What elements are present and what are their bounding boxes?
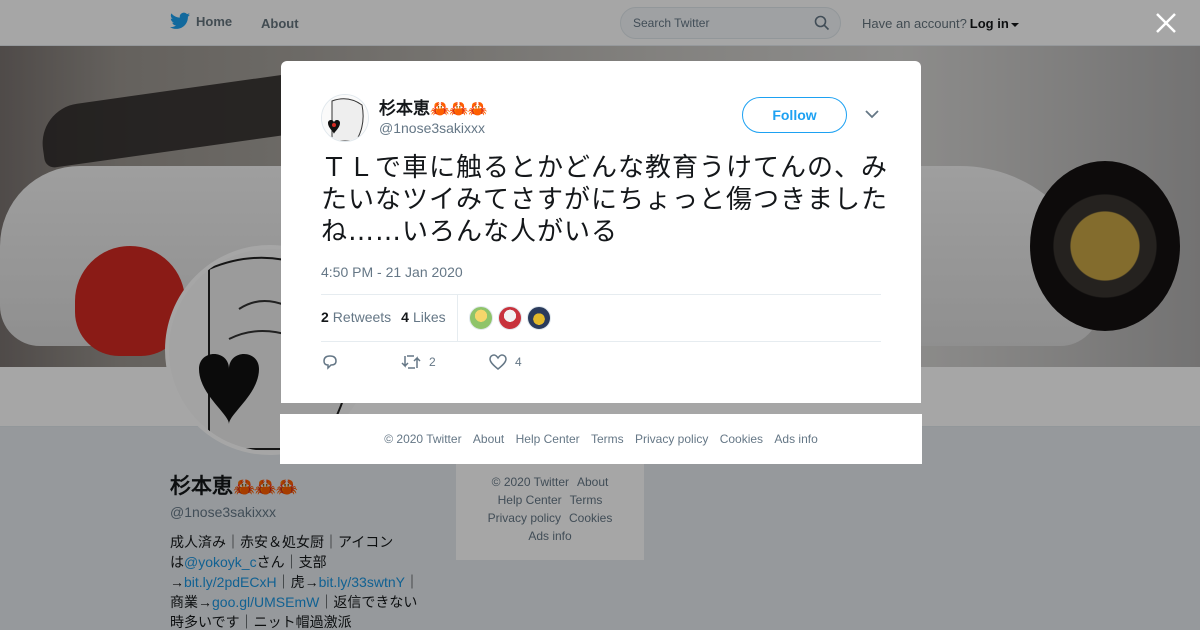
like-action[interactable]: 4 — [489, 354, 522, 370]
divider — [457, 295, 458, 341]
footer-ads-link[interactable]: Ads info — [774, 432, 817, 446]
retweet-count: 2 — [429, 355, 436, 369]
footer-privacy-link[interactable]: Privacy policy — [635, 432, 708, 446]
liker-avatar[interactable] — [498, 306, 522, 330]
tweet-author-name-text: 杉本恵 — [379, 99, 430, 118]
liker-avatar[interactable] — [469, 306, 493, 330]
liker-avatars — [469, 306, 551, 330]
heart-icon[interactable] — [489, 354, 507, 370]
tweet-actions: 2 4 — [321, 353, 522, 371]
reply-icon[interactable] — [321, 353, 339, 371]
retweets-label: Retweets — [332, 309, 392, 325]
like-count: 4 — [515, 355, 522, 369]
footer-cookies-link[interactable]: Cookies — [720, 432, 763, 446]
tweet-author-name[interactable]: 杉本恵🦀🦀🦀 — [379, 94, 488, 119]
tweet-timestamp[interactable]: 4:50 PM - 21 Jan 2020 — [321, 264, 463, 280]
follow-button[interactable]: Follow — [742, 97, 847, 133]
avatar-illustration — [322, 95, 368, 141]
retweets-stat[interactable]: 2 Retweets — [321, 309, 391, 325]
retweet-icon[interactable] — [401, 354, 421, 370]
likes-count: 4 — [401, 309, 409, 325]
tweet-text: ＴＬで車に触るとかどんな教育うけてんの、みたいなツイみてさすがにちょっと傷つきま… — [321, 153, 889, 247]
likes-stat[interactable]: 4 Likes — [401, 309, 445, 325]
footer-help-link[interactable]: Help Center — [516, 432, 580, 446]
footer-copyright: © 2020 Twitter — [384, 432, 462, 446]
footer-terms-link[interactable]: Terms — [591, 432, 624, 446]
footer-about-link[interactable]: About — [473, 432, 504, 446]
likes-label: Likes — [412, 309, 446, 325]
liker-avatar[interactable] — [527, 306, 551, 330]
chevron-down-icon[interactable] — [865, 109, 879, 119]
tweet-author-avatar[interactable] — [321, 94, 369, 142]
divider — [321, 294, 881, 295]
retweet-action[interactable]: 2 — [401, 354, 489, 370]
divider — [321, 341, 881, 342]
tweet-author-handle[interactable]: @1nose3sakixxx — [379, 120, 485, 136]
reply-action[interactable] — [321, 353, 401, 371]
close-icon[interactable] — [1154, 11, 1178, 35]
crab-emoji: 🦀🦀🦀 — [430, 101, 488, 118]
modal-footer: © 2020 Twitter About Help Center Terms P… — [280, 414, 922, 464]
tweet-stats: 2 Retweets 4 Likes — [321, 309, 446, 325]
retweets-count: 2 — [321, 309, 329, 325]
tweet-modal: 杉本恵🦀🦀🦀 @1nose3sakixxx Follow ＴＬで車に触るとかどん… — [281, 61, 921, 403]
